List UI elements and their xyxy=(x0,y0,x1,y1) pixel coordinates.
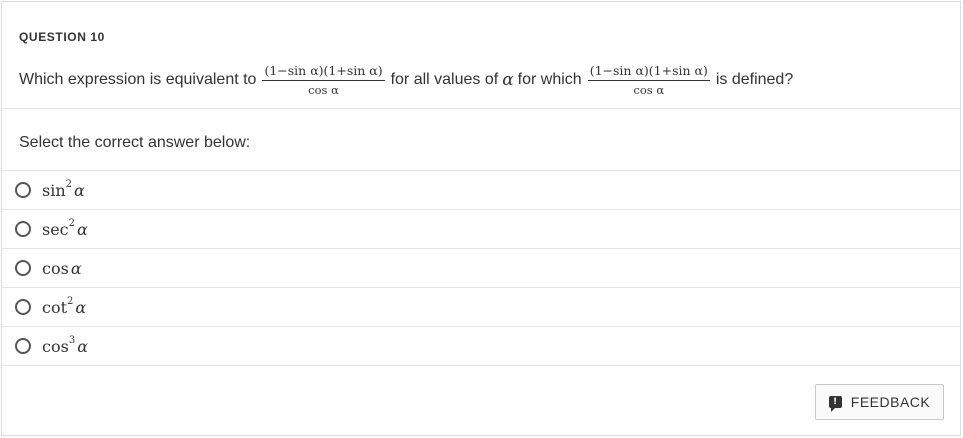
option-label: cos3 α xyxy=(42,335,88,356)
question-card: QUESTION 10 Which expression is equivale… xyxy=(1,1,961,436)
answer-option-2[interactable]: sec2 α xyxy=(2,209,960,248)
divider xyxy=(2,108,960,109)
question-stem: Which expression is equivalent to (1−sin… xyxy=(19,60,950,100)
radio-button[interactable] xyxy=(15,182,31,198)
answer-option-3[interactable]: cos α xyxy=(2,248,960,287)
feedback-button[interactable]: ! FEEDBACK xyxy=(815,384,944,420)
fraction-denominator: cos α xyxy=(633,83,665,97)
answer-option-4[interactable]: cot2 α xyxy=(2,287,960,326)
variable-alpha: α xyxy=(502,70,514,90)
question-number: QUESTION 10 xyxy=(19,30,105,44)
fraction-numerator: (1−sin α)(1+sin α) xyxy=(262,64,385,81)
answer-options: sin2 α sec2 α cos α cot2 α cos3 α xyxy=(2,170,960,366)
feedback-label: FEEDBACK xyxy=(850,394,931,410)
radio-button[interactable] xyxy=(15,260,31,276)
answer-option-5[interactable]: cos3 α xyxy=(2,326,960,366)
answer-prompt: Select the correct answer below: xyxy=(19,134,251,151)
fraction-expression-1: (1−sin α)(1+sin α) cos α xyxy=(262,64,385,97)
fraction-denominator: cos α xyxy=(308,83,339,97)
radio-button[interactable] xyxy=(15,221,31,237)
fraction-numerator: (1−sin α)(1+sin α) xyxy=(587,64,710,81)
stem-mid-2: for which xyxy=(517,71,582,88)
radio-button[interactable] xyxy=(15,299,31,315)
stem-suffix: is defined? xyxy=(715,71,794,88)
radio-button[interactable] xyxy=(15,338,31,354)
answer-option-1[interactable]: sin2 α xyxy=(2,170,960,209)
option-label: sec2 α xyxy=(42,218,88,239)
feedback-icon: ! xyxy=(828,396,842,412)
option-label: sin2 α xyxy=(42,179,85,200)
option-label: cot2 α xyxy=(42,296,87,317)
stem-prefix: Which expression is equivalent to xyxy=(19,71,257,88)
fraction-expression-2: (1−sin α)(1+sin α) cos α xyxy=(587,64,710,97)
stem-mid: for all values of xyxy=(390,71,499,88)
option-label: cos α xyxy=(42,258,82,278)
